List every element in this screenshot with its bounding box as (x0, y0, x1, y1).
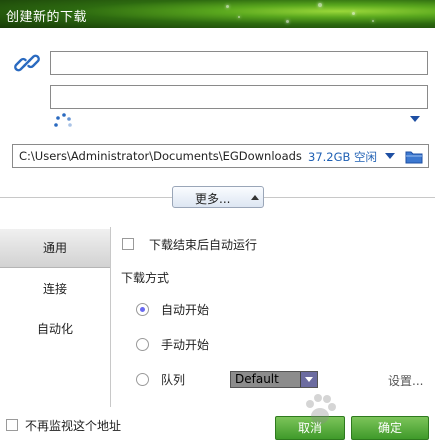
tab-automation[interactable]: 自动化 (0, 310, 110, 348)
manual-start-label[interactable]: 手动开始 (161, 336, 209, 353)
options-sidebar: 通用 连接 自动化 (0, 227, 111, 407)
more-button-label: 更多... (195, 192, 231, 206)
auto-run-label[interactable]: 下载结束后自动运行 (149, 236, 257, 253)
auto-start-label[interactable]: 自动开始 (161, 301, 209, 318)
window-title: 创建新的下载 (6, 10, 88, 25)
no-monitor-label[interactable]: 不再监视这个地址 (25, 417, 121, 434)
tab-connection-label: 连接 (42, 282, 67, 296)
filename-input-field[interactable] (51, 86, 427, 108)
chevron-up-icon (251, 195, 259, 200)
more-button[interactable]: 更多... (172, 186, 264, 208)
tab-general-label: 通用 (42, 241, 67, 255)
url-input-field[interactable] (51, 52, 427, 74)
title-bar-decoration (286, 20, 289, 23)
chevron-down-icon (305, 377, 313, 382)
save-path-field[interactable]: C:\Users\Administrator\Documents\EGDownl… (12, 144, 429, 168)
title-bar-decoration (238, 16, 240, 18)
browse-folder-icon[interactable] (405, 149, 423, 164)
download-mode-heading: 下载方式 (121, 271, 170, 285)
queue-select-value: Default (235, 372, 279, 386)
tab-connection[interactable]: 连接 (0, 270, 110, 308)
loading-spinner-icon (54, 113, 72, 127)
save-path-value[interactable]: C:\Users\Administrator\Documents\EGDownl… (19, 149, 307, 163)
free-space-label: 37.2GB 空闲 (308, 150, 378, 164)
title-bar-decoration (226, 5, 229, 8)
title-bar-decoration (352, 12, 355, 15)
title-bar-decoration (318, 3, 322, 7)
link-icon (14, 54, 40, 72)
tab-automation-label: 自动化 (36, 322, 73, 336)
path-dropdown-chevron-icon[interactable] (385, 153, 395, 159)
queue-label[interactable]: 队列 (161, 371, 185, 388)
title-bar-decoration (372, 20, 374, 22)
auto-run-checkbox[interactable] (122, 238, 134, 250)
tab-general[interactable]: 通用 (0, 229, 110, 268)
no-monitor-checkbox[interactable] (6, 419, 18, 431)
watermark-paw-icon (306, 394, 336, 424)
filename-input[interactable] (50, 85, 428, 109)
queue-radio[interactable] (136, 373, 149, 386)
queue-dropdown-button[interactable] (300, 372, 317, 387)
title-bar: 创建新的下载 (0, 0, 435, 28)
manual-start-radio[interactable] (136, 338, 149, 351)
expand-chevron-down-icon[interactable] (410, 116, 420, 122)
url-input[interactable] (50, 51, 428, 75)
auto-start-radio[interactable] (136, 303, 149, 316)
